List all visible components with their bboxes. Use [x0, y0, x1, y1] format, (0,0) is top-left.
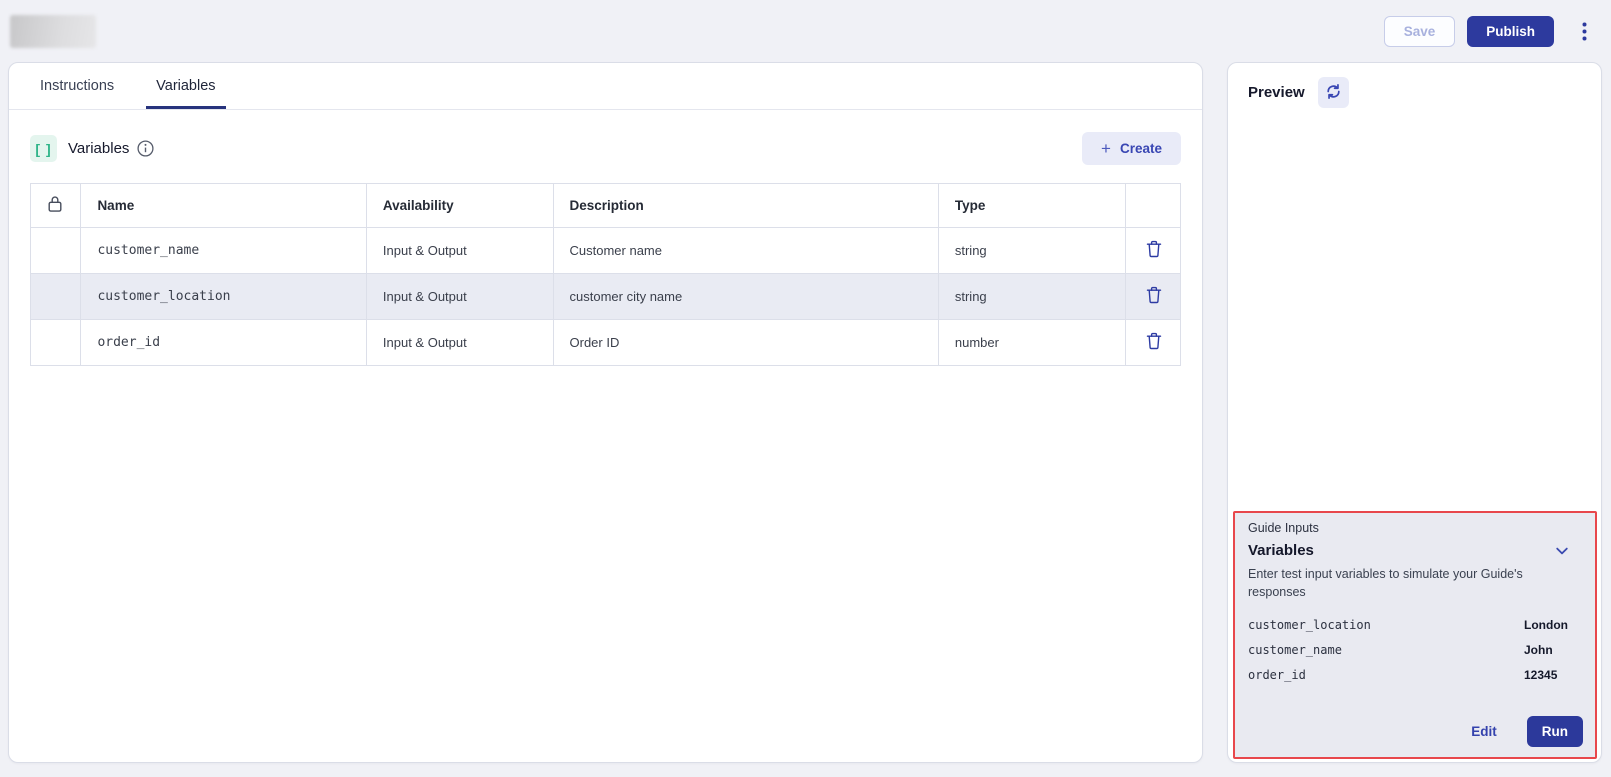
preview-panel: Preview Guide Inputs Variables Enter tes — [1227, 62, 1602, 763]
preview-header: Preview — [1228, 63, 1601, 122]
run-button[interactable]: Run — [1527, 716, 1583, 747]
tab-instructions[interactable]: Instructions — [30, 63, 124, 109]
variable-description: customer city name — [553, 274, 938, 320]
variables-table: Name Availability Description Type custo… — [30, 183, 1181, 366]
guide-input-row: order_id 12345 — [1248, 668, 1582, 682]
kebab-menu-icon[interactable] — [1576, 18, 1593, 45]
save-button[interactable]: Save — [1384, 16, 1456, 47]
row-actions-cell — [1126, 320, 1181, 366]
guide-inputs-variable-list: customer_location London customer_name J… — [1248, 618, 1582, 682]
refresh-button[interactable] — [1318, 77, 1349, 108]
lock-column-header — [31, 184, 81, 228]
delete-variable-button[interactable] — [1142, 330, 1166, 355]
row-actions-cell — [1126, 228, 1181, 274]
table-header-row: Name Availability Description Type — [31, 184, 1181, 228]
top-bar: Save Publish — [0, 0, 1611, 62]
variable-name-link[interactable]: customer_name — [81, 228, 366, 274]
column-header-availability: Availability — [366, 184, 553, 228]
variable-availability: Input & Output — [366, 228, 553, 274]
variable-type: number — [938, 320, 1126, 366]
delete-variable-button[interactable] — [1142, 284, 1166, 309]
guide-inputs-title-row: Variables — [1248, 542, 1582, 559]
variable-name-link[interactable]: customer_location — [81, 274, 366, 320]
delete-variable-button[interactable] — [1142, 238, 1166, 263]
refresh-icon — [1325, 83, 1342, 103]
guide-inputs-description: Enter test input variables to simulate y… — [1248, 566, 1570, 601]
edit-button[interactable]: Edit — [1471, 724, 1497, 739]
guide-input-name: customer_name — [1248, 643, 1524, 657]
create-button-label: Create — [1120, 141, 1162, 156]
app-logo-blurred — [10, 15, 96, 48]
variable-name-link[interactable]: order_id — [81, 320, 366, 366]
tab-bar: Instructions Variables — [9, 63, 1202, 110]
column-header-name: Name — [81, 184, 366, 228]
table-row: customer_name Input & Output Customer na… — [31, 228, 1181, 274]
row-lock-cell — [31, 320, 81, 366]
column-header-actions — [1126, 184, 1181, 228]
lock-icon — [47, 201, 63, 216]
brackets-icon: [ ] — [30, 135, 57, 162]
publish-button[interactable]: Publish — [1467, 16, 1554, 47]
variable-description: Order ID — [553, 320, 938, 366]
tab-variables[interactable]: Variables — [146, 63, 225, 109]
variable-description: Customer name — [553, 228, 938, 274]
variable-availability: Input & Output — [366, 274, 553, 320]
variables-section-header: [ ] Variables + Create — [30, 132, 1181, 165]
column-header-description: Description — [553, 184, 938, 228]
guide-inputs-footer: Edit Run — [1471, 716, 1583, 747]
guide-inputs-panel: Guide Inputs Variables Enter test input … — [1233, 511, 1597, 759]
row-lock-cell — [31, 228, 81, 274]
column-header-type: Type — [938, 184, 1126, 228]
variables-section-title: Variables — [68, 140, 129, 157]
guide-input-name: customer_location — [1248, 618, 1524, 632]
preview-title: Preview — [1248, 84, 1305, 101]
guide-input-name: order_id — [1248, 668, 1524, 682]
variable-type: string — [938, 274, 1126, 320]
guide-input-value: John — [1524, 643, 1553, 657]
info-icon[interactable] — [137, 140, 154, 157]
top-bar-actions: Save Publish — [1384, 16, 1593, 47]
create-button[interactable]: + Create — [1082, 132, 1181, 165]
chevron-down-icon[interactable] — [1554, 543, 1570, 559]
table-row: customer_location Input & Output custome… — [31, 274, 1181, 320]
table-row: order_id Input & Output Order ID number — [31, 320, 1181, 366]
guide-input-value: 12345 — [1524, 668, 1557, 682]
guide-input-row: customer_name John — [1248, 643, 1582, 657]
variable-availability: Input & Output — [366, 320, 553, 366]
guide-input-row: customer_location London — [1248, 618, 1582, 632]
plus-icon: + — [1101, 143, 1111, 155]
variable-type: string — [938, 228, 1126, 274]
guide-inputs-title: Variables — [1248, 542, 1314, 559]
editor-panel: Instructions Variables [ ] Variables + C… — [8, 62, 1203, 763]
guide-inputs-label: Guide Inputs — [1248, 521, 1582, 535]
row-actions-cell — [1126, 274, 1181, 320]
row-lock-cell — [31, 274, 81, 320]
guide-input-value: London — [1524, 618, 1568, 632]
